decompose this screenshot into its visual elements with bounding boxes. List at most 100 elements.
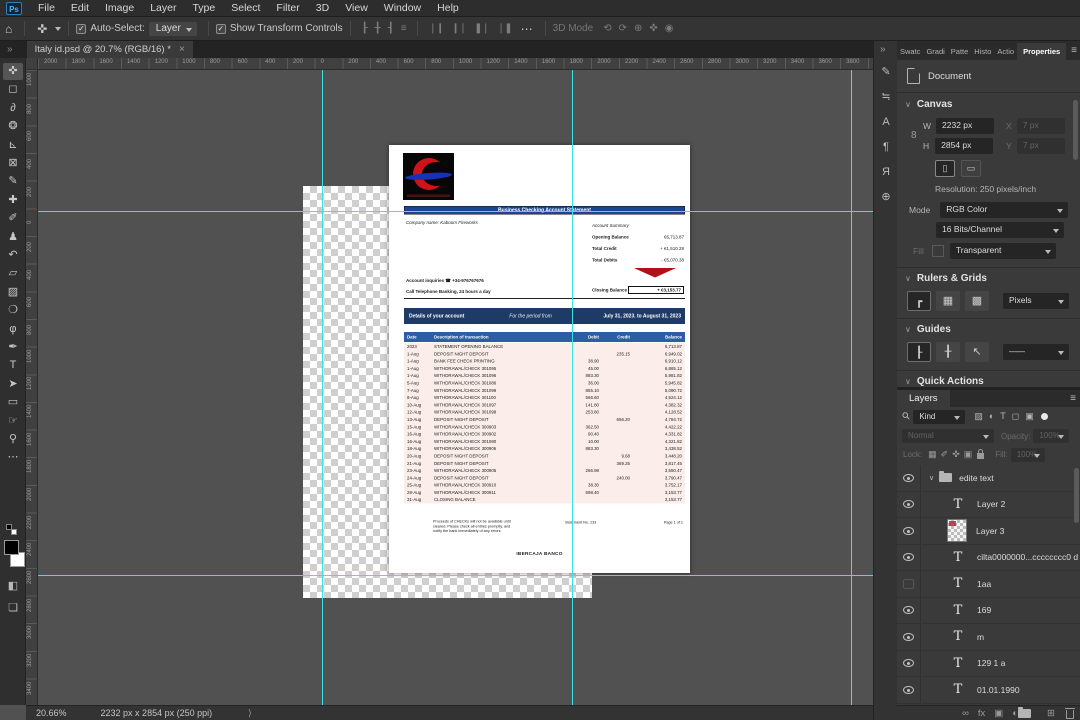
lock-artboard-icon[interactable]: ▣ [964,449,973,460]
menu-filter[interactable]: Filter [268,0,307,16]
menu-view[interactable]: View [337,0,376,16]
layer-effects-icon[interactable]: fx [978,708,985,719]
shape-layers-filter-icon[interactable]: ◻ [1012,411,1019,422]
3d-orbit-icon[interactable]: ⟲ [599,23,614,34]
brush-settings-icon[interactable]: ✎ [877,63,895,81]
type-layers-filter-icon[interactable]: T [1000,411,1006,422]
frame-tool[interactable]: ⊠ [3,155,23,172]
pixel-layers-filter-icon[interactable]: ▨ [974,411,983,422]
opacity-field[interactable]: 100% [1033,429,1070,443]
new-group-icon[interactable] [1018,706,1032,718]
canvas-section-header[interactable]: Canvas [917,99,953,110]
eraser-tool[interactable]: ▱ [3,265,23,282]
panel-tab-gradi[interactable]: Gradi [923,43,947,60]
clear-guides-icon[interactable]: ↖ [965,342,989,362]
menu-window[interactable]: Window [376,0,429,16]
menu-file[interactable]: File [30,0,63,16]
blur-tool[interactable]: ❍ [3,302,23,319]
horizontal-guide[interactable] [38,211,873,212]
guide-layout-icon[interactable]: ╂ [936,342,960,362]
layer-row[interactable]: Layer 3 [897,518,1080,545]
layer-row[interactable]: ∨ edite text [897,465,1080,492]
layer-row[interactable]: T 01.01.1990 [897,677,1080,704]
panel-tab-swatc[interactable]: Swatc [897,43,923,60]
zoom-level-field[interactable]: 20.66% [36,708,67,718]
layer-row[interactable]: T 129 1 a [897,650,1080,677]
expand-panels-icon[interactable]: » [880,44,886,55]
libraries-panel-icon[interactable]: ⊕ [877,188,895,206]
align-top-icon[interactable]: ≡ [397,23,410,34]
link-layers-icon[interactable]: ∞ [962,708,969,719]
ruler-corner[interactable] [26,58,38,70]
path-selection-tool[interactable]: ➤ [3,376,23,393]
panel-tab-actio[interactable]: Actio [994,43,1017,60]
portrait-orientation-button[interactable]: ▯ [935,160,955,177]
foreground-color-swatch[interactable] [4,540,19,555]
show-transform-checkbox[interactable]: ✓ [215,23,226,34]
screen-mode-button[interactable]: ❏ [4,600,22,616]
visibility-toggle[interactable] [897,677,921,703]
visibility-toggle[interactable] [897,571,921,597]
rulers-grids-section-header[interactable]: Rulers & Grids [917,273,987,284]
clone-stamp-tool[interactable]: ♟ [3,229,23,246]
delete-layer-icon[interactable] [1065,707,1075,719]
menu-layer[interactable]: Layer [142,0,184,16]
rectangular-marquee-tool[interactable]: ◻ [3,81,23,98]
rulers-toggle-icon[interactable]: ┏ [907,291,931,311]
zoom-tool[interactable]: ⚲ [3,431,23,448]
layers-tab[interactable]: Layers [897,390,950,407]
distribute-right-icon[interactable]: ❚❘ [470,23,493,34]
current-tool-icon[interactable]: ✜ [32,22,52,36]
chevron-down-icon[interactable]: ∨ [905,100,911,109]
canvas-width-field[interactable]: 2232 px [936,118,995,134]
blend-mode-dropdown[interactable]: Normal [902,429,994,443]
landscape-orientation-button[interactable]: ▭ [961,160,981,177]
visibility-toggle[interactable] [897,518,921,544]
layer-row[interactable]: T 1aa [897,571,1080,598]
layer-row[interactable]: Tm [897,624,1080,651]
color-mode-dropdown[interactable]: RGB Color [940,202,1069,218]
3d-camera-icon[interactable]: ◉ [661,23,677,34]
panel-tab-patte[interactable]: Patte [948,43,972,60]
menu-type[interactable]: Type [184,0,223,16]
document-tab[interactable]: Italy id.psd @ 20.7% (RGB/16) * × [26,41,193,58]
canvas-area[interactable]: Business Checking Account Statement Comp… [38,70,873,705]
brush-tool[interactable]: ✐ [3,210,23,227]
scrollbar[interactable] [1074,468,1079,523]
home-icon[interactable]: ⌂ [0,22,17,36]
type-tool[interactable]: T [3,357,23,374]
quick-actions-section-header[interactable]: Quick Actions [917,376,984,387]
quick-selection-tool[interactable]: ❂ [3,118,23,135]
guides-section-header[interactable]: Guides [917,324,951,335]
new-guide-icon[interactable]: ┠ [907,342,931,362]
panel-menu-icon[interactable]: ≡ [1070,393,1076,404]
clone-source-icon[interactable]: ≒ [877,88,895,106]
eyedropper-tool[interactable]: ✎ [3,173,23,190]
chevron-down-icon[interactable]: ∨ [905,274,911,283]
panel-tab-histo[interactable]: Histo [971,43,994,60]
history-brush-tool[interactable]: ↶ [3,247,23,264]
adjustment-layers-filter-icon[interactable]: ◐ [989,411,994,422]
status-options-chevron[interactable]: ⟩ [248,708,252,719]
new-layer-icon[interactable]: ⊞ [1047,708,1055,719]
visibility-toggle[interactable] [897,597,921,623]
auto-select-checkbox[interactable]: ✓ [76,23,87,34]
layer-row[interactable]: Tcilta0000000...cccccccc0 d [897,544,1080,571]
quick-mask-button[interactable]: ◧ [4,578,22,594]
horizontal-ruler[interactable]: 2000 1800 1600 1400 1200 1000 800 600 400 200 0 200… [38,58,873,70]
3d-pan-icon[interactable]: ⊕ [630,23,645,34]
close-icon[interactable]: × [179,44,185,55]
layer-fill-field[interactable]: 100% [1010,447,1045,462]
align-right-icon[interactable]: ┨ [384,23,397,34]
menu-select[interactable]: Select [223,0,268,16]
horizontal-guide[interactable] [38,575,873,576]
layer-row[interactable]: T 169 [897,597,1080,624]
canvas-height-field[interactable]: 2854 px [935,138,994,154]
smart-objects-filter-icon[interactable]: ▣ [1025,411,1034,422]
units-dropdown[interactable]: Pixels [1003,293,1069,309]
paragraph-panel-icon[interactable]: ¶ [877,138,895,156]
collapse-toolbar-icon[interactable]: » [7,44,13,55]
scrollbar[interactable] [1073,100,1078,160]
menu-help[interactable]: Help [429,0,467,16]
bit-depth-dropdown[interactable]: 16 Bits/Channel [936,222,1064,238]
